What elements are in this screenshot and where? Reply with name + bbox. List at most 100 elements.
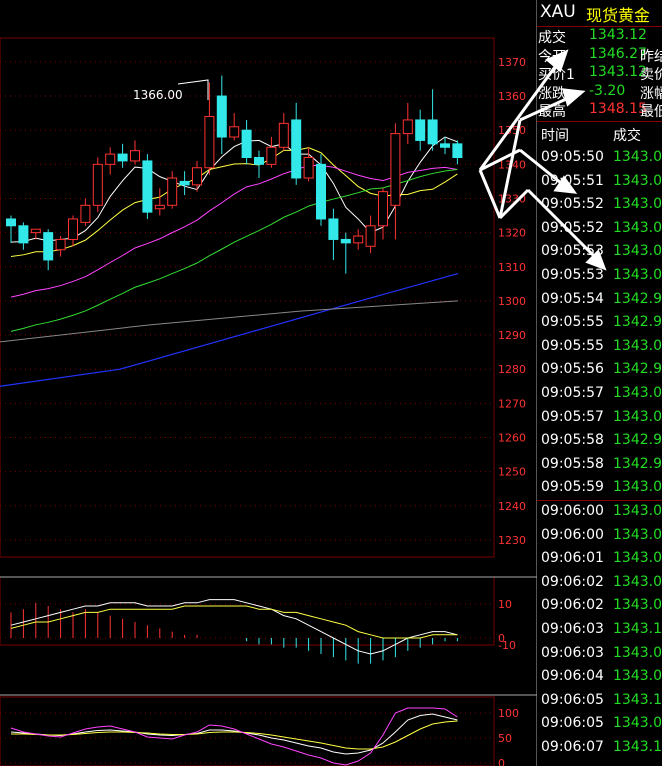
candle[interactable] bbox=[427, 89, 438, 151]
quote-row: 最高 1348.15 最低 bbox=[537, 101, 662, 120]
tick-price: 1343.00 bbox=[613, 385, 662, 401]
price-tick-label: 1370 bbox=[498, 56, 526, 69]
tick-price: 1343.00 bbox=[613, 573, 662, 590]
quote-label: 今开 bbox=[538, 48, 566, 65]
tick-price: 1343.02 bbox=[613, 172, 662, 189]
candle[interactable] bbox=[378, 188, 388, 240]
symbol-code: XAU bbox=[540, 2, 576, 22]
candle[interactable] bbox=[415, 109, 426, 151]
candle[interactable] bbox=[167, 171, 178, 209]
tick-row[interactable]: 09:05:57 1343.00 bbox=[537, 385, 662, 409]
tick-row[interactable]: 09:05:58 1342.98 bbox=[537, 432, 662, 456]
tick-row[interactable]: 09:06:03 1343.03 bbox=[537, 645, 662, 669]
tick-row[interactable]: 09:06:05 1343.12 bbox=[537, 692, 662, 716]
tick-row[interactable]: 09:05:53 1343.03 bbox=[537, 243, 662, 267]
tick-row[interactable]: 09:06:00 1343.02 bbox=[537, 527, 662, 551]
tick-price: 1343.08 bbox=[613, 668, 662, 685]
candle[interactable] bbox=[6, 215, 16, 243]
candle[interactable] bbox=[402, 102, 413, 144]
tick-row[interactable]: 09:06:01 1343.01 bbox=[537, 550, 662, 574]
candle[interactable] bbox=[30, 228, 41, 240]
candle[interactable] bbox=[278, 113, 289, 151]
candle[interactable] bbox=[328, 208, 339, 260]
candle[interactable] bbox=[316, 154, 326, 226]
candle[interactable] bbox=[192, 160, 202, 192]
quote-value: 1343.12 bbox=[589, 64, 647, 81]
candle[interactable] bbox=[452, 140, 463, 165]
tick-row[interactable]: 09:05:52 1343.04 bbox=[537, 220, 662, 244]
candle[interactable] bbox=[179, 171, 190, 196]
quote-label-secondary: 最低 bbox=[640, 104, 662, 121]
quote-label: 最高 bbox=[538, 104, 566, 121]
tick-price: 1343.05 bbox=[613, 715, 662, 732]
tick-row[interactable]: 09:05:57 1343.01 bbox=[537, 409, 662, 433]
tick-time: 09:06:02 bbox=[541, 597, 604, 614]
tick-row[interactable]: 09:05:55 1342.97 bbox=[537, 314, 662, 338]
candle[interactable] bbox=[154, 188, 165, 216]
kline-chart[interactable]: 1370 1360 1350 1340 1330 1320 1310 1300 1290 1280… bbox=[0, 0, 537, 766]
tick-price: 1343.03 bbox=[613, 503, 662, 519]
candle[interactable] bbox=[241, 119, 252, 165]
candle[interactable] bbox=[43, 229, 54, 271]
tick-time: 09:05:58 bbox=[541, 455, 604, 472]
tick-time: 09:05:57 bbox=[541, 408, 604, 425]
candle[interactable] bbox=[291, 102, 302, 185]
high-price-label: 1366.00 bbox=[133, 88, 183, 102]
candle[interactable] bbox=[340, 232, 351, 274]
candle[interactable] bbox=[254, 150, 264, 178]
price-tick-label: 1240 bbox=[498, 500, 526, 513]
candle[interactable] bbox=[142, 154, 153, 219]
tick-row[interactable]: 09:05:55 1343.02 bbox=[537, 338, 662, 362]
candle[interactable] bbox=[390, 123, 401, 240]
macd-indicator: 100-10 bbox=[0, 576, 537, 664]
price-tick-label: 1360 bbox=[498, 90, 526, 103]
tick-price: 1343.07 bbox=[613, 149, 662, 165]
quote-label: 买价1 bbox=[538, 67, 575, 84]
tick-row[interactable]: 09:05:52 1343.00 bbox=[537, 196, 662, 220]
tick-time: 09:05:55 bbox=[541, 314, 604, 331]
candle[interactable] bbox=[229, 113, 240, 141]
tick-price: 1343.00 bbox=[613, 196, 662, 213]
quote-label: 涨跌 bbox=[538, 85, 566, 102]
candle[interactable] bbox=[204, 82, 215, 175]
tick-time: 09:06:00 bbox=[541, 526, 604, 543]
candle[interactable] bbox=[80, 198, 91, 226]
quote-value: 1348.15 bbox=[589, 101, 647, 118]
tick-row[interactable]: 09:05:56 1342.97 bbox=[537, 361, 662, 385]
candle[interactable] bbox=[68, 215, 78, 247]
candle[interactable] bbox=[55, 236, 66, 257]
tick-row[interactable]: 09:06:02 1343.08 bbox=[537, 597, 662, 621]
candle[interactable] bbox=[365, 215, 376, 254]
quote-label-secondary: 涨幅 bbox=[640, 85, 662, 102]
candle[interactable] bbox=[105, 147, 116, 175]
tick-row[interactable]: 09:06:03 1343.10 bbox=[537, 621, 662, 645]
price-tick-label: 1260 bbox=[498, 431, 526, 444]
kdj-tick-label: 100 bbox=[498, 707, 519, 720]
tick-time: 09:05:54 bbox=[541, 290, 604, 307]
candle[interactable] bbox=[92, 157, 103, 213]
tick-row[interactable]: 09:05:53 1343.01 bbox=[537, 267, 662, 291]
tick-row[interactable]: 09:06:07 1343.10 bbox=[537, 739, 662, 763]
tick-price: 1342.98 bbox=[613, 290, 662, 307]
tick-time: 09:06:04 bbox=[541, 668, 604, 685]
tick-row[interactable]: 09:05:51 1343.02 bbox=[537, 173, 662, 197]
tick-row[interactable]: 09:05:54 1342.98 bbox=[537, 291, 662, 315]
tick-time: 09:05:50 bbox=[541, 149, 604, 165]
tick-row[interactable]: 09:06:00 1343.03 bbox=[537, 503, 662, 527]
candle[interactable] bbox=[303, 147, 314, 182]
tick-row[interactable]: 09:06:02 1343.00 bbox=[537, 574, 662, 598]
tick-row[interactable]: 09:05:50 1343.07 bbox=[537, 149, 662, 173]
candle[interactable] bbox=[18, 222, 29, 250]
tick-time: 09:05:56 bbox=[541, 361, 604, 378]
symbol-name: 现货黄金 bbox=[586, 6, 651, 25]
candle[interactable] bbox=[216, 75, 227, 155]
candle[interactable] bbox=[266, 137, 277, 168]
tick-price: 1343.10 bbox=[613, 739, 662, 755]
tick-row[interactable]: 09:06:04 1343.08 bbox=[537, 668, 662, 692]
minute-separator bbox=[537, 500, 662, 501]
tick-row[interactable]: 09:05:58 1342.99 bbox=[537, 456, 662, 480]
tick-time: 09:06:03 bbox=[541, 644, 604, 661]
quote-label-secondary: 昨结 bbox=[640, 48, 662, 65]
candle[interactable] bbox=[130, 140, 140, 165]
tick-row[interactable]: 09:06:05 1343.05 bbox=[537, 715, 662, 739]
